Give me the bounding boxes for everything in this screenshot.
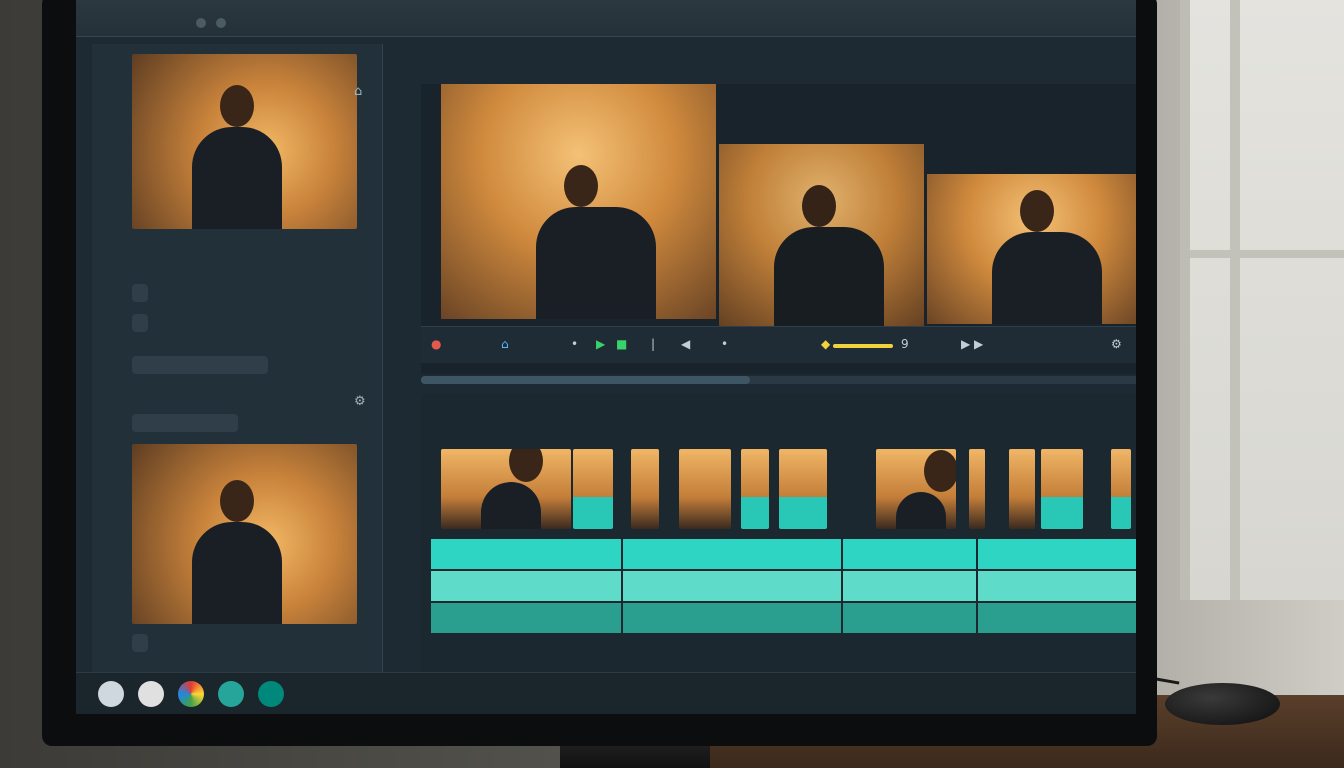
person-silhouette: [192, 85, 282, 229]
level-meter: [833, 344, 893, 348]
timeline-clip[interactable]: [631, 449, 659, 529]
lock-icon[interactable]: ⌂: [354, 84, 362, 100]
step-forward-icon[interactable]: ▶ ▶: [961, 337, 983, 351]
clip-audio-strip: [741, 497, 769, 529]
editor-screen: ⌂ ⚙ ● ⌂ • ▶ ■ | ◀ • ◆ 9 ▶ ▶ ⚙: [76, 0, 1136, 714]
track-cut: [621, 539, 623, 633]
timeline-clip[interactable]: [741, 449, 769, 529]
cut-icon[interactable]: [218, 681, 244, 707]
person-silhouette: [536, 165, 656, 319]
dot-icon[interactable]: •: [721, 337, 728, 351]
app-icon[interactable]: [98, 681, 124, 707]
speaker-icon[interactable]: ◀: [681, 337, 690, 351]
timeline-clip[interactable]: [573, 449, 613, 529]
person-silhouette: [774, 185, 884, 329]
play-icon[interactable]: ▶: [596, 337, 605, 351]
timeline-clip[interactable]: [1009, 449, 1035, 529]
timeline-clip[interactable]: [969, 449, 985, 529]
record-icon[interactable]: [138, 681, 164, 707]
window-control-icon[interactable]: [196, 18, 206, 28]
video-frame-2[interactable]: [719, 144, 924, 329]
media-thumbnail[interactable]: [132, 54, 357, 229]
timeline-panel: [421, 394, 1136, 674]
timeline-clip[interactable]: [679, 449, 731, 529]
person-silhouette: [992, 190, 1102, 324]
media-bin-panel: ⌂ ⚙: [92, 44, 383, 694]
record-icon[interactable]: ●: [431, 337, 441, 351]
timeline-clip[interactable]: [779, 449, 827, 529]
transport-controls: ● ⌂ • ▶ ■ | ◀ • ◆ 9 ▶ ▶ ⚙: [421, 326, 1136, 363]
bin-folder-label[interactable]: [132, 314, 148, 332]
dot-icon[interactable]: •: [571, 337, 578, 351]
clip-label: [132, 284, 148, 302]
video-frame-3[interactable]: [927, 174, 1136, 324]
export-icon[interactable]: [258, 681, 284, 707]
track-cut: [841, 539, 843, 633]
settings-icon[interactable]: ⚙: [354, 394, 366, 410]
bin-filter-label[interactable]: [132, 414, 238, 432]
window-rail: [1190, 250, 1344, 258]
clip-audio-strip: [573, 497, 613, 529]
clip-audio-strip: [1111, 497, 1131, 529]
clip-audio-strip: [779, 497, 827, 529]
clip-audio-strip: [1041, 497, 1083, 529]
color-icon[interactable]: [178, 681, 204, 707]
home-icon[interactable]: ⌂: [501, 337, 509, 351]
clip-label: [132, 634, 148, 652]
frame-number: 9: [901, 337, 909, 351]
preview-scrubber[interactable]: [421, 376, 1136, 384]
timeline-clip[interactable]: [876, 449, 956, 529]
scrubber-fill: [421, 376, 750, 384]
divider-icon: |: [651, 337, 656, 351]
audio-track-1[interactable]: [431, 539, 1136, 569]
video-frame-1[interactable]: [441, 84, 716, 319]
person-silhouette: [192, 480, 282, 624]
marker-icon[interactable]: ◆: [821, 337, 830, 351]
background-window: [1180, 0, 1344, 600]
timeline-clip[interactable]: [441, 449, 571, 529]
taskbar: [76, 672, 1136, 714]
window-control-icon[interactable]: [216, 18, 226, 28]
computer-mouse: [1165, 683, 1280, 725]
person-silhouette: [481, 449, 543, 529]
timeline-clip[interactable]: [1041, 449, 1083, 529]
person-silhouette: [896, 450, 956, 529]
audio-track-3[interactable]: [431, 603, 1136, 633]
timeline-clip[interactable]: [1111, 449, 1131, 529]
settings-icon[interactable]: ⚙: [1111, 337, 1122, 351]
stop-icon[interactable]: ■: [616, 337, 627, 351]
app-topbar: [76, 0, 1136, 37]
media-thumbnail[interactable]: [132, 444, 357, 624]
bin-category-label[interactable]: [132, 356, 268, 374]
preview-monitor: ● ⌂ • ▶ ■ | ◀ • ◆ 9 ▶ ▶ ⚙: [421, 84, 1136, 374]
window-mullion: [1230, 0, 1240, 600]
track-cut: [976, 539, 978, 633]
audio-track-2[interactable]: [431, 571, 1136, 601]
monitor: ⌂ ⚙ ● ⌂ • ▶ ■ | ◀ • ◆ 9 ▶ ▶ ⚙: [42, 0, 1157, 746]
